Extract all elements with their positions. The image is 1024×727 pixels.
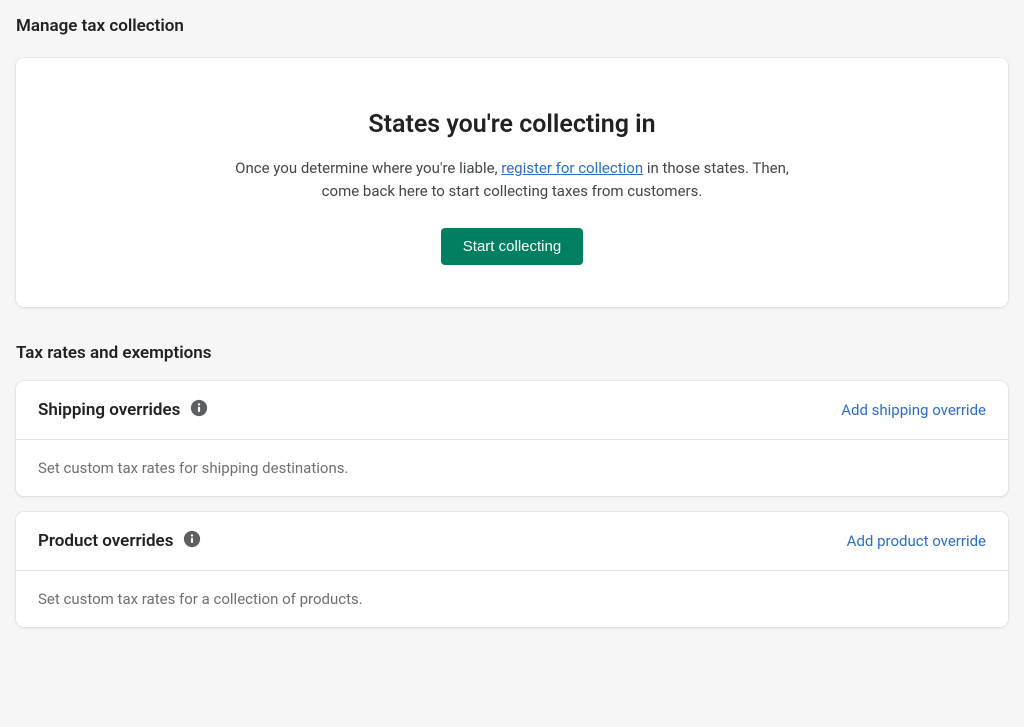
rates-section-title: Tax rates and exemptions: [16, 343, 1008, 363]
product-overrides-title: Product overrides: [38, 531, 173, 551]
product-overrides-card: Product overrides Add product override S…: [16, 512, 1008, 627]
product-overrides-header: Product overrides Add product override: [16, 512, 1008, 571]
shipping-overrides-card: Shipping overrides Add shipping override…: [16, 381, 1008, 496]
add-shipping-override-link[interactable]: Add shipping override: [841, 401, 986, 419]
shipping-overrides-body: Set custom tax rates for shipping destin…: [16, 440, 1008, 496]
hero-desc-part1: Once you determine where you're liable,: [235, 159, 501, 177]
start-collecting-button[interactable]: Start collecting: [441, 228, 583, 265]
info-icon[interactable]: [183, 530, 201, 552]
hero-title: States you're collecting in: [76, 110, 948, 139]
hero-description: Once you determine where you're liable, …: [232, 157, 792, 202]
product-overrides-body: Set custom tax rates for a collection of…: [16, 571, 1008, 627]
shipping-overrides-header: Shipping overrides Add shipping override: [16, 381, 1008, 440]
shipping-overrides-title: Shipping overrides: [38, 400, 180, 420]
page-title: Manage tax collection: [16, 16, 1008, 36]
info-icon[interactable]: [190, 399, 208, 421]
product-overrides-title-wrap: Product overrides: [38, 530, 201, 552]
register-for-collection-link[interactable]: register for collection: [501, 159, 643, 177]
collecting-states-card: States you're collecting in Once you det…: [16, 58, 1008, 307]
shipping-overrides-title-wrap: Shipping overrides: [38, 399, 208, 421]
add-product-override-link[interactable]: Add product override: [847, 532, 986, 550]
